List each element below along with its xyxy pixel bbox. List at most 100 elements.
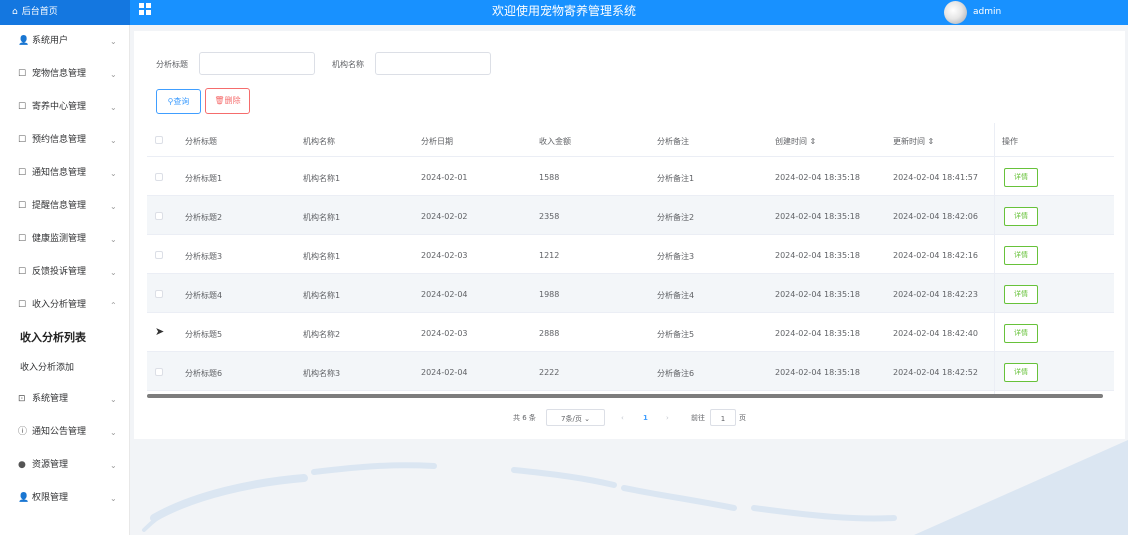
sidebar-item-label: 提醒信息管理	[32, 201, 87, 211]
sidebar-subitem-income-add[interactable]: 收入分析添加	[0, 353, 129, 383]
sidebar-item-label: 预约信息管理	[32, 135, 87, 145]
cell-org: 机构名称1	[303, 252, 341, 261]
column-header-updated[interactable]: 更新时间 ⇕	[893, 136, 934, 147]
data-table: 分析标题 机构名称 分析日期 收入金额 分析备注 创建时间 ⇕ 更新时间 ⇕ 操…	[147, 123, 1114, 398]
title-filter-label: 分析标题	[156, 60, 188, 69]
sidebar-item-label: 宠物信息管理	[32, 69, 87, 79]
column-header-actions: 操作	[1002, 137, 1018, 146]
sidebar-item-pet-info[interactable]: ☐ 宠物信息管理 ⌄	[0, 58, 129, 91]
document-icon: ☐	[18, 201, 27, 211]
sidebar-item-label: 资源管理	[32, 460, 69, 470]
sidebar-item-label: 通知公告管理	[32, 427, 87, 437]
sidebar-item-notifications[interactable]: ☐ 通知信息管理 ⌄	[0, 157, 129, 190]
chevron-down-icon: ⌄	[110, 103, 117, 112]
table-header: 分析标题 机构名称 分析日期 收入金额 分析备注 创建时间 ⇕ 更新时间 ⇕ 操…	[147, 123, 1114, 157]
cell-remark: 分析备注2	[657, 213, 695, 222]
chevron-down-icon: ⌄	[110, 268, 117, 277]
cell-org: 机构名称1	[303, 213, 341, 222]
document-icon: ☐	[18, 168, 27, 178]
cell-created: 2024-02-04 18:35:18	[775, 173, 860, 182]
horizontal-scrollbar[interactable]	[147, 394, 1103, 398]
cell-created: 2024-02-04 18:35:18	[775, 368, 860, 377]
pagination: 共 6 条 7条/页 ⌄ ‹ 1 › 前往 1 页	[134, 409, 1125, 429]
cell-title: 分析标题4	[185, 291, 223, 300]
column-header-date: 分析日期	[421, 137, 453, 146]
sidebar-item-system-management[interactable]: ⊡ 系统管理 ⌄	[0, 383, 129, 416]
row-checkbox[interactable]	[155, 212, 163, 220]
cell-title: 分析标题3	[185, 252, 223, 261]
detail-button[interactable]: 详情	[1004, 207, 1038, 226]
goto-label: 前往	[691, 414, 705, 422]
sidebar-item-label: 收入分析管理	[32, 300, 87, 310]
sidebar-item-label: 系统用户	[32, 36, 69, 46]
detail-button[interactable]: 详情	[1004, 246, 1038, 265]
cell-amount: 1988	[539, 290, 560, 299]
org-filter-label: 机构名称	[332, 60, 364, 69]
table-row: 分析标题6 机构名称3 2024-02-04 2222 分析备注6 2024-0…	[147, 352, 1114, 391]
detail-button[interactable]: 详情	[1004, 324, 1038, 343]
title-filter-input[interactable]	[199, 52, 315, 75]
page-number-current[interactable]: 1	[643, 409, 648, 427]
select-all-checkbox[interactable]	[155, 136, 163, 144]
sidebar-item-label: 反馈投诉管理	[32, 267, 87, 277]
sidebar-item-reminders[interactable]: ☐ 提醒信息管理 ⌄	[0, 190, 129, 223]
detail-button[interactable]: 详情	[1004, 168, 1038, 187]
org-filter-input[interactable]	[375, 52, 491, 75]
chevron-down-icon: ⌄	[110, 136, 117, 145]
trash-icon: 🗑	[214, 96, 225, 105]
sidebar-item-announcements[interactable]: ⓘ 通知公告管理 ⌄	[0, 416, 129, 449]
sidebar-item-label: 通知信息管理	[32, 168, 87, 178]
cell-title: 分析标题1	[185, 174, 223, 183]
column-header-amount: 收入金额	[539, 137, 571, 146]
row-checkbox[interactable]	[155, 368, 163, 376]
query-button[interactable]: ⚲查询	[156, 89, 201, 114]
goto-page-input[interactable]: 1	[710, 409, 736, 426]
next-page-button[interactable]: ›	[666, 409, 669, 427]
row-checkbox[interactable]	[155, 290, 163, 298]
row-checkbox[interactable]	[155, 173, 163, 181]
pagination-total: 共 6 条	[513, 414, 536, 422]
cell-created: 2024-02-04 18:35:18	[775, 212, 860, 221]
cell-date: 2024-02-03	[421, 251, 468, 260]
chevron-up-icon: ⌃	[110, 301, 117, 310]
username[interactable]: admin	[973, 0, 1001, 25]
cell-created: 2024-02-04 18:35:18	[775, 251, 860, 260]
avatar[interactable]	[944, 1, 967, 24]
mouse-cursor-icon: ➤	[155, 325, 165, 338]
user-icon: 👤	[18, 493, 30, 503]
detail-button[interactable]: 详情	[1004, 363, 1038, 382]
sidebar-item-boarding-center[interactable]: ☐ 寄养中心管理 ⌄	[0, 91, 129, 124]
column-header-org: 机构名称	[303, 137, 335, 146]
cell-title: 分析标题2	[185, 213, 223, 222]
cell-updated: 2024-02-04 18:42:06	[893, 212, 978, 221]
cell-date: 2024-02-03	[421, 329, 468, 338]
table-row: 分析标题2 机构名称1 2024-02-02 2358 分析备注2 2024-0…	[147, 196, 1114, 235]
sidebar-item-permissions[interactable]: 👤 权限管理 ⌄	[0, 482, 129, 515]
sidebar-subitem-income-list[interactable]: 收入分析列表	[0, 322, 129, 353]
delete-button[interactable]: 🗑删除	[205, 88, 250, 114]
sidebar-item-income-analysis[interactable]: ☐ 收入分析管理 ⌃	[0, 289, 129, 322]
sidebar-item-label: 寄养中心管理	[32, 102, 87, 112]
table-row: 分析标题4 机构名称1 2024-02-04 1988 分析备注4 2024-0…	[147, 274, 1114, 313]
decorative-background	[134, 440, 1128, 535]
sidebar-item-feedback[interactable]: ☐ 反馈投诉管理 ⌄	[0, 256, 129, 289]
page-size-value: 7条/页	[561, 415, 582, 423]
page-size-select[interactable]: 7条/页 ⌄	[546, 409, 605, 426]
cell-amount: 2222	[539, 368, 560, 377]
chevron-down-icon: ⌄	[110, 202, 117, 211]
column-header-created[interactable]: 创建时间 ⇕	[775, 136, 816, 147]
sidebar-item-resources[interactable]: ● 资源管理 ⌄	[0, 449, 129, 482]
cell-org: 机构名称1	[303, 174, 341, 183]
row-checkbox[interactable]	[155, 251, 163, 259]
sidebar-item-health[interactable]: ☐ 健康监测管理 ⌄	[0, 223, 129, 256]
sidebar-item-system-users[interactable]: 👤 系统用户 ⌄	[0, 25, 129, 58]
cell-date: 2024-02-02	[421, 212, 468, 221]
chevron-down-icon: ⌄	[110, 428, 117, 437]
table-row: 分析标题5 机构名称2 2024-02-03 2888 分析备注5 2024-0…	[147, 313, 1114, 352]
cell-date: 2024-02-04	[421, 290, 468, 299]
prev-page-button[interactable]: ‹	[621, 409, 624, 427]
top-bar: ⌂ 后台首页 欢迎使用宠物寄养管理系统 admin	[0, 0, 1128, 25]
sidebar-item-appointments[interactable]: ☐ 预约信息管理 ⌄	[0, 124, 129, 157]
cell-amount: 1212	[539, 251, 560, 260]
detail-button[interactable]: 详情	[1004, 285, 1038, 304]
